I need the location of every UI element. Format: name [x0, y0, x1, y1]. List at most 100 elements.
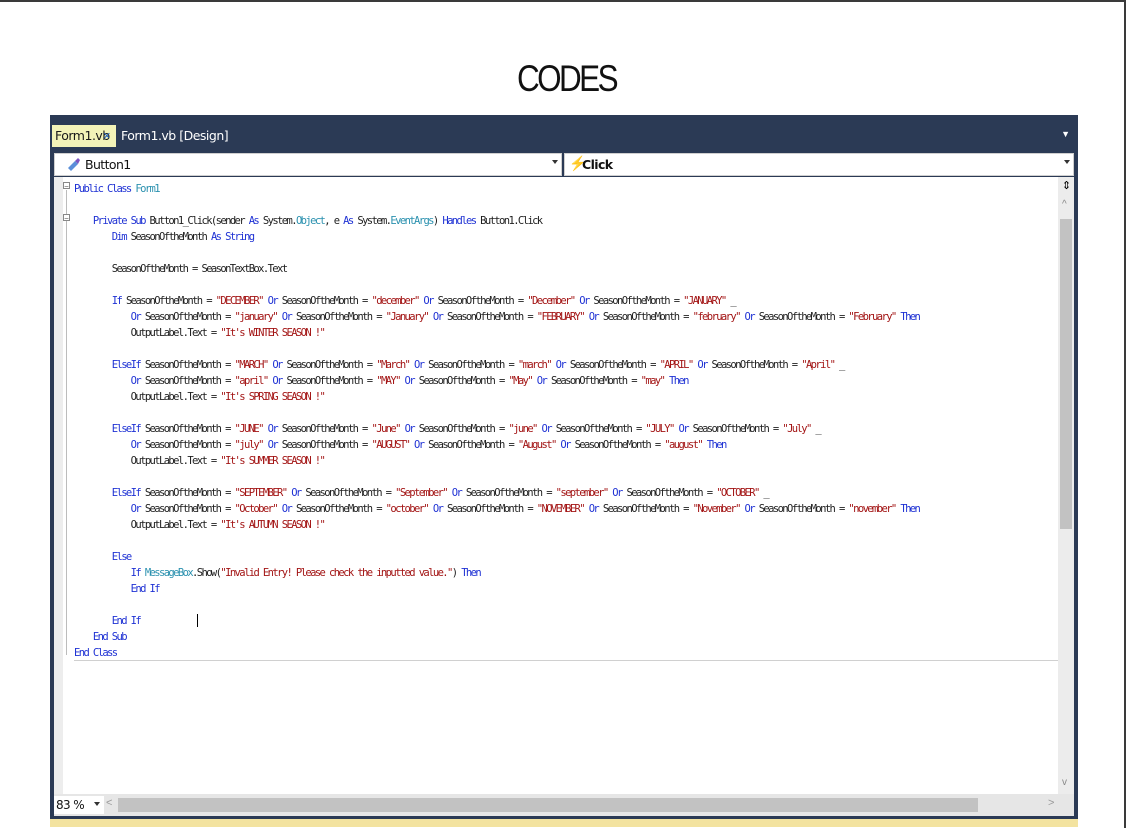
code-token: Or [267, 359, 287, 371]
code-token: SeasonOftheMonth = [144, 359, 235, 371]
close-tab-icon[interactable]: × [103, 125, 111, 147]
code-token: Or [532, 375, 551, 387]
code-token: "Invalid Entry! Please check the inputte… [220, 567, 453, 579]
code-token: SeasonOftheMonth = [555, 423, 646, 435]
object-dropdown-label: Button1 [85, 157, 131, 172]
code-token: Or [399, 375, 419, 387]
object-dropdown[interactable]: Button1 [54, 153, 562, 176]
code-line: If SeasonOftheMonth = "DECEMBER" Or Seas… [74, 293, 737, 309]
collapse-sub-icon[interactable]: − [63, 214, 70, 223]
code-token: Or [277, 311, 296, 323]
code-token: "september" [555, 487, 610, 499]
code-line: ElseIf SeasonOftheMonth = "JUNE" Or Seas… [74, 421, 822, 437]
code-token: "december" [371, 295, 420, 307]
event-dropdown-label: Click [582, 157, 613, 172]
code-token: _ [725, 295, 736, 307]
code-line: Or SeasonOftheMonth = "january" Or Seaso… [74, 309, 921, 325]
code-token: _ [834, 359, 845, 371]
code-token: "october" [385, 503, 430, 515]
horizontal-scroll-thumb[interactable] [118, 798, 978, 812]
code-token: , e [324, 215, 344, 227]
split-view-icon[interactable]: ⇕ [1061, 179, 1072, 195]
code-token: "JUNE" [234, 423, 265, 435]
code-token: Form1 [135, 183, 160, 195]
code-line: Else [74, 549, 132, 565]
code-token: Or [428, 311, 448, 323]
code-token: Or [555, 439, 575, 451]
collapse-class-icon[interactable]: − [63, 182, 70, 191]
code-token: MessageBox [144, 567, 194, 579]
tab-label: Form1.vb [55, 128, 110, 143]
code-token: "November" [692, 503, 742, 515]
code-token: Or [286, 487, 306, 499]
scroll-right-icon[interactable]: > [1048, 797, 1054, 809]
code-token: Then [895, 311, 920, 323]
code-text[interactable]: Public Class Form1 Private Sub Button1_C… [74, 181, 1059, 659]
code-token: SeasonOftheMonth [130, 231, 211, 243]
code-token: SeasonOftheMonth = [569, 359, 660, 371]
event-dropdown[interactable]: ⚡ Click [564, 153, 1074, 176]
code-token: "FEBRUARY" [536, 311, 586, 323]
tab-overflow-dropdown-icon[interactable]: ▼ [1061, 129, 1070, 139]
chevron-down-icon [94, 802, 100, 806]
code-line: Or SeasonOftheMonth = "april" Or SeasonO… [74, 373, 690, 389]
code-token: ElseIf [74, 423, 145, 435]
code-token: Or [536, 423, 556, 435]
vertical-scrollbar[interactable]: ⇕ ^ v [1058, 177, 1074, 794]
code-token: "august" [664, 439, 703, 451]
code-token: "may" [640, 375, 666, 387]
code-token: Then [664, 375, 689, 387]
code-token: System. [357, 215, 392, 227]
code-token: "January" [385, 311, 430, 323]
code-token: SeasonOftheMonth = [574, 439, 665, 451]
code-token: SeasonOftheMonth = [465, 487, 556, 499]
code-token: Then [702, 439, 727, 451]
page-title: CODES [516, 58, 619, 99]
scroll-down-icon[interactable]: v [1062, 777, 1067, 788]
code-token: SeasonOftheMonth = [144, 375, 235, 387]
code-editor[interactable]: − − Public Class Form1 Private Sub Butto… [54, 177, 1074, 794]
code-token: SeasonOftheMonth = [281, 423, 372, 435]
code-line: End Class [74, 645, 118, 661]
tab-form1-vb-design[interactable]: Form1.vb [Design] [121, 125, 229, 147]
code-token: "June" [371, 423, 402, 435]
code-token: Or [262, 423, 282, 435]
code-token: SeasonOftheMonth = [286, 359, 377, 371]
scroll-up-icon[interactable]: ^ [1062, 199, 1067, 210]
code-token: Private Sub [74, 215, 150, 227]
code-token: Or [409, 439, 429, 451]
code-token: "july" [234, 439, 265, 451]
code-token: Or [399, 423, 419, 435]
code-token: Or [262, 439, 282, 451]
code-token: Public Class [74, 183, 136, 195]
text-cursor [197, 614, 198, 627]
code-token: "October" [234, 503, 279, 515]
scroll-left-icon[interactable]: < [106, 797, 112, 809]
document-tab-bar: Form1.vb × Form1.vb [Design] ▼ [50, 115, 1078, 152]
ide-window: Form1.vb × Form1.vb [Design] ▼ Button1 ⚡… [50, 115, 1078, 827]
code-token: "It's WINTER SEASON !" [220, 327, 325, 339]
code-token: _ [758, 487, 769, 499]
code-token: SeasonOftheMonth = SeasonTextBox.Text [74, 263, 288, 275]
code-token: Dim [74, 231, 131, 243]
code-token: Or [574, 295, 594, 307]
code-token: Or [447, 487, 466, 499]
code-token: SeasonOftheMonth = [295, 503, 386, 515]
outline-guide [66, 190, 67, 655]
code-token: SeasonOftheMonth = [281, 295, 372, 307]
code-token: Or [583, 311, 603, 323]
code-token: SeasonOftheMonth = [305, 487, 396, 499]
code-token: SeasonOftheMonth = [626, 487, 717, 499]
code-token: End Sub [74, 631, 128, 643]
code-token: SeasonOftheMonth = [692, 423, 783, 435]
code-line: Or SeasonOftheMonth = "October" Or Seaso… [74, 501, 921, 517]
code-token: ElseIf [74, 487, 145, 499]
code-token: "It's SPRING SEASON !" [220, 391, 325, 403]
vertical-scroll-thumb[interactable] [1060, 219, 1072, 529]
code-token: SeasonOftheMonth = [428, 359, 518, 371]
code-token: "SEPTEMBER" [234, 487, 289, 499]
code-token: Or [277, 503, 296, 515]
code-token: "May" [508, 375, 533, 387]
code-token: As [343, 215, 358, 227]
code-token: "July" [782, 423, 812, 435]
